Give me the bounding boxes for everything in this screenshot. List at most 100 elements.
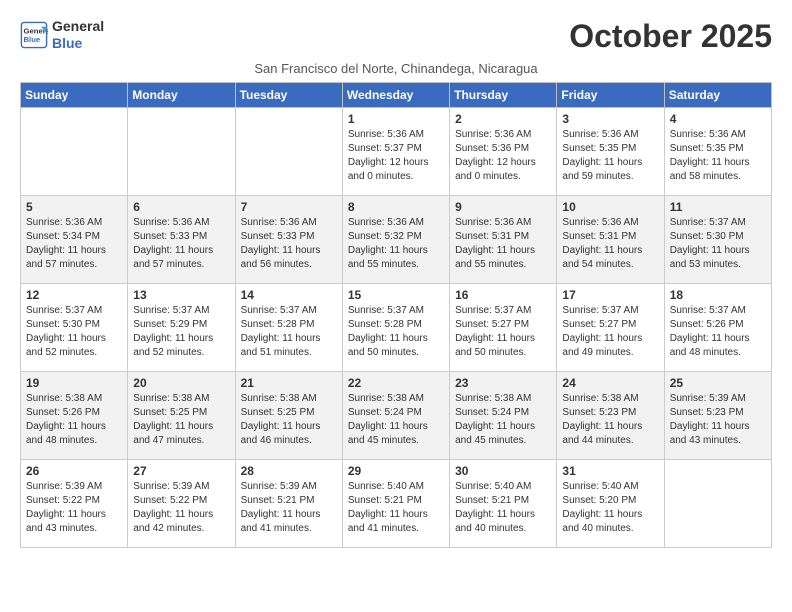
day-info: Sunrise: 5:40 AMSunset: 5:21 PMDaylight:…	[348, 480, 444, 536]
day-number: 16	[455, 288, 551, 302]
day-number: 2	[455, 112, 551, 126]
calendar-cell: 6 Sunrise: 5:36 AMSunset: 5:33 PMDaylight…	[128, 196, 235, 284]
day-info: Sunrise: 5:39 AMSunset: 5:22 PMDaylight:…	[133, 480, 229, 536]
day-number: 27	[133, 464, 229, 478]
day-number: 5	[26, 200, 122, 214]
day-number: 17	[562, 288, 658, 302]
day-number: 14	[241, 288, 337, 302]
calendar-cell: 13 Sunrise: 5:37 AMSunset: 5:29 PMDayligh…	[128, 284, 235, 372]
calendar-cell: 29 Sunrise: 5:40 AMSunset: 5:21 PMDayligh…	[342, 460, 449, 548]
calendar-cell: 9Sunrise: 5:36 AMSunset: 5:31 PMDaylight…	[450, 196, 557, 284]
day-number: 21	[241, 376, 337, 390]
day-number: 30	[455, 464, 551, 478]
title-block: October 2025	[569, 18, 772, 55]
day-number: 20	[133, 376, 229, 390]
day-info: Sunrise: 5:37 AMSunset: 5:26 PMDaylight:…	[670, 304, 766, 360]
calendar-cell: 26Sunrise: 5:39 AMSunset: 5:22 PMDayligh…	[21, 460, 128, 548]
calendar-cell: 19 Sunrise: 5:38 AMSunset: 5:26 PMDayligh…	[21, 372, 128, 460]
day-info: Sunrise: 5:36 AMSunset: 5:31 PMDaylight:…	[562, 216, 658, 272]
calendar-week-4: 19 Sunrise: 5:38 AMSunset: 5:26 PMDayligh…	[21, 372, 772, 460]
day-number: 7	[241, 200, 337, 214]
calendar-cell: 30 Sunrise: 5:40 AMSunset: 5:21 PMDayligh…	[450, 460, 557, 548]
day-info: Sunrise: 5:39 AMSunset: 5:23 PMDaylight:…	[670, 392, 766, 448]
day-number: 13	[133, 288, 229, 302]
calendar-cell: 15 Sunrise: 5:37 AMSunset: 5:28 PMDayligh…	[342, 284, 449, 372]
header-tuesday: Tuesday	[235, 83, 342, 108]
day-number: 10	[562, 200, 658, 214]
day-info: Sunrise: 5:36 AMSunset: 5:33 PMDaylight:…	[133, 216, 229, 272]
calendar-cell: 20 Sunrise: 5:38 AMSunset: 5:25 PMDayligh…	[128, 372, 235, 460]
day-info: Sunrise: 5:40 AMSunset: 5:20 PMDaylight:…	[562, 480, 658, 536]
day-number: 6	[133, 200, 229, 214]
day-info: Sunrise: 5:36 AMSunset: 5:37 PMDaylight:…	[348, 128, 444, 184]
day-info: Sunrise: 5:38 AMSunset: 5:26 PMDaylight:…	[26, 392, 122, 448]
calendar-cell: 17 Sunrise: 5:37 AMSunset: 5:27 PMDayligh…	[557, 284, 664, 372]
day-number: 11	[670, 200, 766, 214]
day-info: Sunrise: 5:36 AMSunset: 5:35 PMDaylight:…	[562, 128, 658, 184]
calendar-cell: 10 Sunrise: 5:36 AMSunset: 5:31 PMDayligh…	[557, 196, 664, 284]
day-info: Sunrise: 5:38 AMSunset: 5:25 PMDaylight:…	[133, 392, 229, 448]
day-info: Sunrise: 5:36 AMSunset: 5:35 PMDaylight:…	[670, 128, 766, 184]
calendar-cell: 18 Sunrise: 5:37 AMSunset: 5:26 PMDayligh…	[664, 284, 771, 372]
day-number: 29	[348, 464, 444, 478]
day-info: Sunrise: 5:38 AMSunset: 5:24 PMDaylight:…	[348, 392, 444, 448]
day-number: 22	[348, 376, 444, 390]
calendar-cell: 27 Sunrise: 5:39 AMSunset: 5:22 PMDayligh…	[128, 460, 235, 548]
day-info: Sunrise: 5:38 AMSunset: 5:24 PMDaylight:…	[455, 392, 551, 448]
day-number: 18	[670, 288, 766, 302]
day-number: 23	[455, 376, 551, 390]
day-info: Sunrise: 5:36 AMSunset: 5:34 PMDaylight:…	[26, 216, 122, 272]
logo-text: General Blue	[52, 18, 104, 52]
day-number: 15	[348, 288, 444, 302]
calendar-week-2: 5 Sunrise: 5:36 AMSunset: 5:34 PMDaylight…	[21, 196, 772, 284]
day-number: 12	[26, 288, 122, 302]
day-info: Sunrise: 5:36 AMSunset: 5:36 PMDaylight:…	[455, 128, 551, 184]
day-info: Sunrise: 5:39 AMSunset: 5:21 PMDaylight:…	[241, 480, 337, 536]
day-number: 9	[455, 200, 551, 214]
calendar-table: Sunday Monday Tuesday Wednesday Thursday…	[20, 82, 772, 548]
calendar-cell	[664, 460, 771, 548]
calendar-week-5: 26Sunrise: 5:39 AMSunset: 5:22 PMDayligh…	[21, 460, 772, 548]
calendar-cell: 24Sunrise: 5:38 AMSunset: 5:23 PMDayligh…	[557, 372, 664, 460]
calendar-cell: 12 Sunrise: 5:37 AMSunset: 5:30 PMDayligh…	[21, 284, 128, 372]
calendar-cell: 25Sunrise: 5:39 AMSunset: 5:23 PMDayligh…	[664, 372, 771, 460]
day-info: Sunrise: 5:39 AMSunset: 5:22 PMDaylight:…	[26, 480, 122, 536]
day-info: Sunrise: 5:37 AMSunset: 5:28 PMDaylight:…	[348, 304, 444, 360]
svg-text:Blue: Blue	[24, 35, 41, 44]
calendar-cell: 8 Sunrise: 5:36 AMSunset: 5:32 PMDaylight…	[342, 196, 449, 284]
header-sunday: Sunday	[21, 83, 128, 108]
day-info: Sunrise: 5:37 AMSunset: 5:27 PMDaylight:…	[562, 304, 658, 360]
calendar-cell	[128, 108, 235, 196]
day-info: Sunrise: 5:37 AMSunset: 5:29 PMDaylight:…	[133, 304, 229, 360]
day-number: 19	[26, 376, 122, 390]
day-number: 31	[562, 464, 658, 478]
day-number: 24	[562, 376, 658, 390]
calendar-cell: 7Sunrise: 5:36 AMSunset: 5:33 PMDaylight…	[235, 196, 342, 284]
page: General Blue General Blue October 2025 S…	[0, 0, 792, 558]
location: San Francisco del Norte, Chinandega, Nic…	[20, 61, 772, 76]
day-info: Sunrise: 5:38 AMSunset: 5:25 PMDaylight:…	[241, 392, 337, 448]
calendar-cell: 28Sunrise: 5:39 AMSunset: 5:21 PMDayligh…	[235, 460, 342, 548]
day-info: Sunrise: 5:40 AMSunset: 5:21 PMDaylight:…	[455, 480, 551, 536]
day-info: Sunrise: 5:36 AMSunset: 5:32 PMDaylight:…	[348, 216, 444, 272]
calendar-cell: 23 Sunrise: 5:38 AMSunset: 5:24 PMDayligh…	[450, 372, 557, 460]
day-info: Sunrise: 5:37 AMSunset: 5:27 PMDaylight:…	[455, 304, 551, 360]
calendar-cell: 4 Sunrise: 5:36 AMSunset: 5:35 PMDaylight…	[664, 108, 771, 196]
logo: General Blue General Blue	[20, 18, 104, 52]
calendar-week-1: 1 Sunrise: 5:36 AMSunset: 5:37 PMDaylight…	[21, 108, 772, 196]
calendar-cell: 22 Sunrise: 5:38 AMSunset: 5:24 PMDayligh…	[342, 372, 449, 460]
header-friday: Friday	[557, 83, 664, 108]
day-info: Sunrise: 5:37 AMSunset: 5:30 PMDaylight:…	[670, 216, 766, 272]
calendar-cell: 14Sunrise: 5:37 AMSunset: 5:28 PMDayligh…	[235, 284, 342, 372]
calendar-week-3: 12 Sunrise: 5:37 AMSunset: 5:30 PMDayligh…	[21, 284, 772, 372]
day-number: 4	[670, 112, 766, 126]
day-number: 1	[348, 112, 444, 126]
calendar-cell: 31 Sunrise: 5:40 AMSunset: 5:20 PMDayligh…	[557, 460, 664, 548]
header-wednesday: Wednesday	[342, 83, 449, 108]
calendar-cell: 21 Sunrise: 5:38 AMSunset: 5:25 PMDayligh…	[235, 372, 342, 460]
day-info: Sunrise: 5:37 AMSunset: 5:30 PMDaylight:…	[26, 304, 122, 360]
day-number: 8	[348, 200, 444, 214]
day-number: 3	[562, 112, 658, 126]
calendar-cell	[21, 108, 128, 196]
header-row: Sunday Monday Tuesday Wednesday Thursday…	[21, 83, 772, 108]
